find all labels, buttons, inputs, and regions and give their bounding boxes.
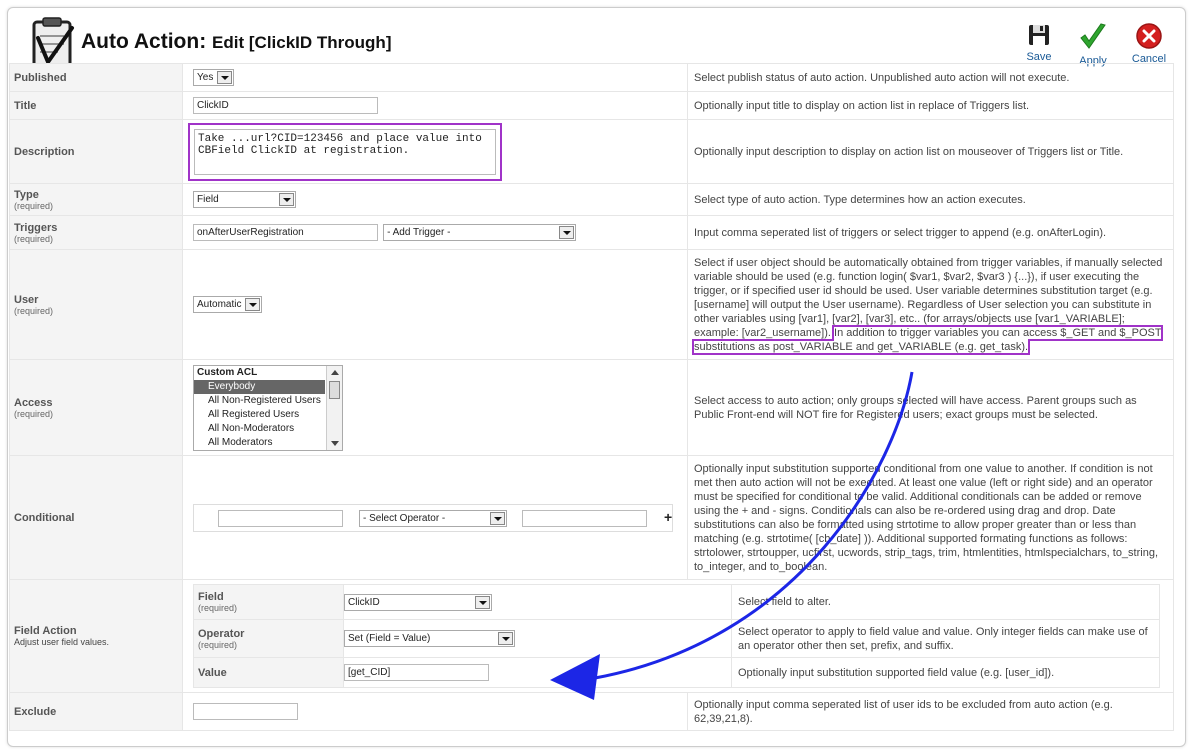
type-value: Field xyxy=(197,194,219,205)
published-value: Yes xyxy=(197,72,214,83)
access-required: (required) xyxy=(14,408,54,419)
fa-field-help: Select field to alter. xyxy=(731,584,1160,620)
row-field-action: Field Action Adjust user field values. Fi… xyxy=(9,579,1174,693)
row-published: Published Yes Select publish status of a… xyxy=(9,63,1174,92)
scroll-thumb[interactable] xyxy=(329,380,340,399)
type-label: Type xyxy=(14,188,39,201)
checkmark-icon xyxy=(1080,23,1106,49)
description-label: Description xyxy=(9,119,183,184)
exclude-label: Exclude xyxy=(9,692,183,731)
exclude-help: Optionally input comma seperated list of… xyxy=(687,692,1174,731)
user-required: (required) xyxy=(14,305,54,316)
chevron-down-icon xyxy=(217,71,233,84)
auto-action-form: Published Yes Select publish status of a… xyxy=(9,63,1174,731)
triggers-help: Input comma seperated list of triggers o… xyxy=(687,215,1174,250)
published-select[interactable]: Yes xyxy=(193,69,235,86)
fa-operator-label: Operator xyxy=(198,627,245,640)
conditional-label: Conditional xyxy=(9,455,183,580)
title-help: Optionally input title to display on act… xyxy=(687,91,1174,120)
fa-operator-help: Select operator to apply to field value … xyxy=(731,619,1160,658)
row-triggers: Triggers(required) - Add Trigger - Input… xyxy=(9,215,1174,250)
description-highlight-box: Take ...url?CID=123456 and place value i… xyxy=(188,122,502,181)
description-help: Optionally input description to display … xyxy=(687,119,1174,184)
triggers-label: Triggers xyxy=(14,221,58,234)
chevron-down-icon xyxy=(245,298,261,311)
cancel-button[interactable]: Cancel xyxy=(1125,22,1173,65)
row-title: Title Optionally input title to display … xyxy=(9,91,1174,120)
row-description: Description Take ...url?CID=123456 and p… xyxy=(9,119,1174,184)
type-select[interactable]: Field xyxy=(193,191,296,208)
fa-value-label: Value xyxy=(193,657,344,688)
fa-value-input[interactable] xyxy=(344,664,489,681)
type-required: (required) xyxy=(14,200,54,211)
page-title: Auto Action: Edit [ClickID Through] xyxy=(81,30,391,54)
fa-field-value: ClickID xyxy=(348,596,380,608)
access-option-group: Custom ACL xyxy=(197,366,258,378)
conditional-left-input[interactable] xyxy=(218,509,343,527)
fa-field-required: (required) xyxy=(198,603,238,613)
fa-field-select[interactable]: ClickID xyxy=(344,593,492,611)
triggers-required: (required) xyxy=(14,233,54,244)
conditional-help: Optionally input substitution supported … xyxy=(687,455,1174,580)
add-trigger-value: - Add Trigger - xyxy=(387,227,451,238)
user-value: Automatic xyxy=(197,299,242,310)
subrow-operator: Operator (required) Set (Field = Value) S… xyxy=(193,619,1160,658)
field-action-note: Adjust user field values. xyxy=(14,637,110,647)
chevron-down-icon xyxy=(490,511,505,525)
published-label: Published xyxy=(9,63,183,92)
fa-value-help: Optionally input substitution supported … xyxy=(731,657,1160,688)
row-conditional: Conditional - Select Operator - + Option… xyxy=(9,455,1174,580)
user-label: User xyxy=(14,293,39,306)
subrow-field: Field (required) ClickID Select field to … xyxy=(193,584,1160,620)
field-action-label: Field Action xyxy=(14,625,77,637)
fa-operator-select[interactable]: Set (Field = Value) xyxy=(344,630,515,647)
operator-select[interactable]: - Select Operator - xyxy=(359,509,507,527)
conditional-row: - Select Operator - + xyxy=(193,503,673,532)
scroll-down-icon[interactable] xyxy=(331,440,339,446)
access-option[interactable]: All Non-Registered Users xyxy=(194,394,342,408)
save-button[interactable]: Save xyxy=(1015,22,1063,63)
subrow-value: Value Optionally input substitution supp… xyxy=(193,657,1160,688)
type-help: Select type of auto action. Type determi… xyxy=(687,183,1174,216)
floppy-disk-icon xyxy=(1029,25,1049,45)
chevron-down-icon xyxy=(279,193,294,206)
user-select[interactable]: Automatic xyxy=(193,296,263,313)
page-title-main: Auto Action: xyxy=(81,30,207,53)
cancel-x-icon xyxy=(1136,23,1162,49)
fa-field-label: Field xyxy=(198,591,224,603)
access-help: Select access to auto action; only group… xyxy=(687,359,1174,456)
row-type: Type (required) Field Select type of auto… xyxy=(9,183,1174,216)
save-label: Save xyxy=(1026,51,1052,63)
access-label: Access xyxy=(14,396,53,409)
access-option[interactable]: All Moderators xyxy=(194,436,342,450)
access-listbox[interactable]: Custom ACL Everybody All Non-Registered … xyxy=(193,364,343,451)
row-access: Access (required) Custom ACL Everybody Al… xyxy=(9,359,1174,456)
fa-operator-required: (required) xyxy=(198,639,238,650)
add-trigger-select[interactable]: - Add Trigger - xyxy=(383,224,577,241)
triggers-input[interactable] xyxy=(193,224,378,241)
conditional-right-input[interactable] xyxy=(522,509,647,527)
row-user: User (required) Automatic Select if user … xyxy=(9,249,1174,360)
description-textarea[interactable]: Take ...url?CID=123456 and place value i… xyxy=(194,128,496,175)
title-input[interactable] xyxy=(193,97,378,114)
access-scrollbar[interactable] xyxy=(326,365,342,450)
chevron-down-icon xyxy=(559,226,575,239)
access-option-selected[interactable]: Everybody xyxy=(194,379,325,394)
access-option[interactable]: All Non-Moderators xyxy=(194,422,342,436)
published-help: Select publish status of auto action. Un… xyxy=(687,63,1174,92)
field-action-subtable: Field (required) ClickID Select field to … xyxy=(193,584,1160,688)
operator-value: - Select Operator - xyxy=(363,512,446,524)
add-conditional-button[interactable]: + xyxy=(664,510,672,524)
page-title-sub: Edit [ClickID Through] xyxy=(212,33,392,52)
apply-button[interactable]: Apply xyxy=(1069,22,1117,67)
row-exclude: Exclude Optionally input comma seperated… xyxy=(9,692,1174,731)
exclude-input[interactable] xyxy=(193,703,298,720)
scroll-up-icon[interactable] xyxy=(331,369,339,375)
access-option[interactable]: All Registered Users xyxy=(194,408,342,422)
fa-operator-value: Set (Field = Value) xyxy=(348,633,431,644)
title-label: Title xyxy=(9,91,183,120)
chevron-down-icon xyxy=(475,595,490,609)
chevron-down-icon xyxy=(498,632,513,645)
